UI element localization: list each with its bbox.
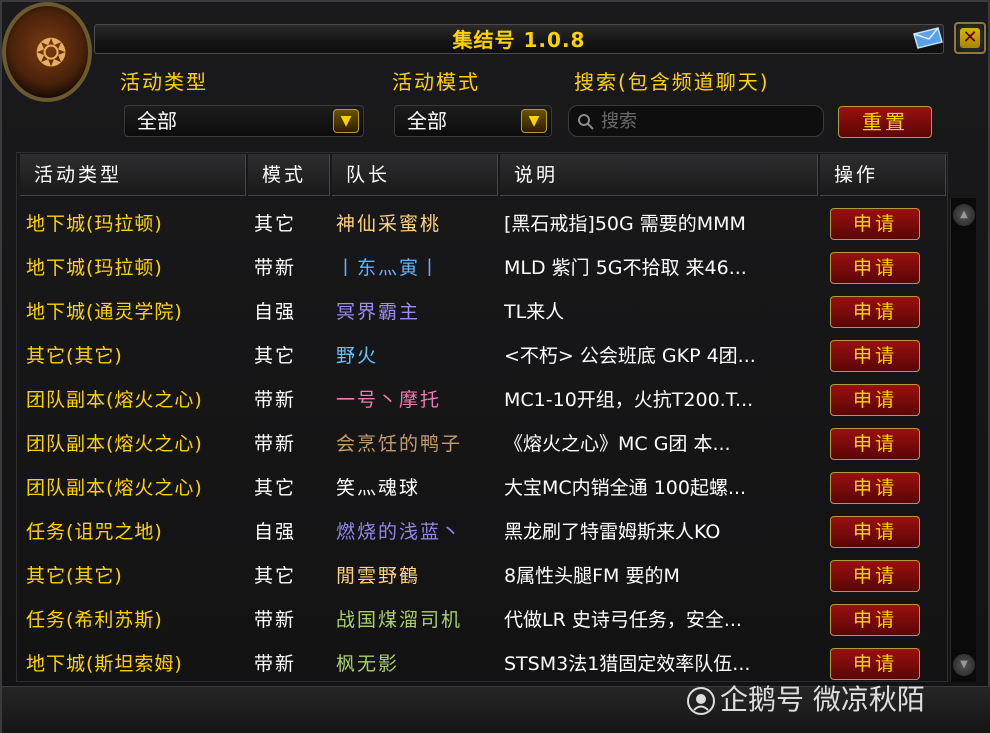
- search-icon: [578, 114, 594, 130]
- chevron-down-icon[interactable]: ▼: [521, 109, 547, 133]
- table-row[interactable]: 其它(其它) 其它 閒雲野鶴 8属性头腿FM 要的M 申请: [18, 554, 946, 598]
- activity-type-cell: 其它(其它): [26, 345, 123, 367]
- scroll-up-icon[interactable]: ▲: [953, 204, 975, 226]
- leader-name-cell: 冥界霸主: [336, 301, 421, 323]
- scrollbar[interactable]: ▲ ▼: [950, 198, 976, 682]
- activity-type-cell: 地下城(玛拉顿): [26, 213, 163, 235]
- description-cell: 8属性头腿FM 要的M: [504, 565, 680, 587]
- leader-name-cell: 閒雲野鶴: [336, 565, 421, 587]
- apply-button[interactable]: 申请: [830, 340, 920, 372]
- window-title: 集结号 1.0.8: [452, 28, 586, 52]
- dragon-glyph: ❂: [35, 31, 67, 75]
- leader-name-cell: 笑灬魂球: [336, 477, 421, 499]
- leader-name-cell: 一号丶摩托: [336, 389, 442, 411]
- activity-mode-cell: 自强: [254, 521, 297, 543]
- leader-name-cell: 枫无影: [336, 653, 400, 675]
- activity-type-cell: 团队副本(熔火之心): [26, 477, 203, 499]
- watermark-text: 企鹅号 微凉秋陌: [720, 683, 925, 716]
- apply-button[interactable]: 申请: [830, 428, 920, 460]
- column-header-leader[interactable]: 队长: [332, 154, 498, 196]
- apply-button[interactable]: 申请: [830, 252, 920, 284]
- activity-mode-cell: 其它: [254, 565, 297, 587]
- column-header-desc[interactable]: 说明: [500, 154, 818, 196]
- activity-type-cell: 任务(诅咒之地): [26, 521, 163, 543]
- description-cell: TL来人: [504, 301, 565, 323]
- activity-type-cell: 任务(希利苏斯): [26, 609, 163, 631]
- activity-mode-cell: 其它: [254, 213, 297, 235]
- title-bar[interactable]: 集结号 1.0.8: [94, 24, 944, 54]
- apply-button[interactable]: 申请: [830, 384, 920, 416]
- activity-mode-value: 全部: [407, 109, 447, 133]
- activity-mode-cell: 其它: [254, 345, 297, 367]
- reset-button[interactable]: 重置: [838, 106, 932, 138]
- apply-button[interactable]: 申请: [830, 472, 920, 504]
- leader-name-cell: 丨东灬寅丨: [336, 257, 442, 279]
- description-cell: [黑石戒指]50G 需要的MMM: [504, 213, 746, 235]
- table-row[interactable]: 地下城(玛拉顿) 其它 神仙采蜜桃 [黑石戒指]50G 需要的MMM 申请: [18, 202, 946, 246]
- table-row[interactable]: 团队副本(熔火之心) 带新 一号丶摩托 MC1-10开组，火抗T200.T... 申请: [18, 378, 946, 422]
- table-row[interactable]: 任务(诅咒之地) 自强 燃烧的浅蓝丶 黑龙刷了特雷姆斯来人KO 申请: [18, 510, 946, 554]
- activity-mode-cell: 带新: [254, 609, 297, 631]
- table-row[interactable]: 其它(其它) 其它 野火 <不朽> 公会班底 GKP 4团... 申请: [18, 334, 946, 378]
- column-header-type[interactable]: 活动类型: [20, 154, 246, 196]
- search-box[interactable]: [568, 105, 824, 137]
- description-cell: 代做LR 史诗弓任务，安全...: [504, 609, 742, 631]
- apply-button[interactable]: 申请: [830, 516, 920, 548]
- penguin-logo-icon: [687, 687, 715, 715]
- description-cell: MC1-10开组，火抗T200.T...: [504, 389, 754, 411]
- table-row[interactable]: 地下城(通灵学院) 自强 冥界霸主 TL来人 申请: [18, 290, 946, 334]
- watermark: 企鹅号 微凉秋陌: [686, 680, 925, 720]
- activity-type-cell: 地下城(玛拉顿): [26, 257, 163, 279]
- apply-button[interactable]: 申请: [830, 648, 920, 680]
- activity-type-cell: 地下城(斯坦索姆): [26, 653, 183, 675]
- activity-mode-cell: 带新: [254, 433, 297, 455]
- description-cell: <不朽> 公会班底 GKP 4团...: [504, 345, 756, 367]
- activity-mode-dropdown[interactable]: 全部 ▼: [394, 105, 552, 137]
- table-row[interactable]: 地下城(玛拉顿) 带新 丨东灬寅丨 MLD 紫门 5G不拾取 来46... 申请: [18, 246, 946, 290]
- description-cell: 黑龙刷了特雷姆斯来人KO: [504, 521, 721, 543]
- column-header-action: 操作: [820, 154, 946, 196]
- leader-name-cell: 燃烧的浅蓝丶: [336, 521, 463, 543]
- activity-type-label: 活动类型: [120, 70, 208, 94]
- column-header-mode[interactable]: 模式: [248, 154, 330, 196]
- activity-type-cell: 地下城(通灵学院): [26, 301, 183, 323]
- search-label: 搜索(包含频道聊天): [574, 70, 770, 94]
- close-button[interactable]: ✕: [954, 22, 986, 54]
- activity-mode-cell: 自强: [254, 301, 297, 323]
- activity-type-dropdown[interactable]: 全部 ▼: [124, 105, 364, 137]
- search-input[interactable]: [601, 108, 816, 134]
- apply-button[interactable]: 申请: [830, 208, 920, 240]
- activity-mode-label: 活动模式: [392, 70, 480, 94]
- description-cell: MLD 紫门 5G不拾取 来46...: [504, 257, 747, 279]
- table-row[interactable]: 团队副本(熔火之心) 带新 会烹饪的鸭子 《熔火之心》MC G团 本... 申请: [18, 422, 946, 466]
- leader-name-cell: 野火: [336, 345, 379, 367]
- activity-type-cell: 团队副本(熔火之心): [26, 433, 203, 455]
- chevron-down-icon[interactable]: ▼: [333, 109, 359, 133]
- activity-mode-cell: 带新: [254, 389, 297, 411]
- close-icon: ✕: [960, 28, 980, 48]
- activity-type-cell: 其它(其它): [26, 565, 123, 587]
- activity-mode-cell: 带新: [254, 653, 297, 675]
- group-finder-window: ❂ 集结号 1.0.8 ✕ 活动类型 活动模式 搜索(包含频道聊天) 全部 ▼ …: [0, 0, 990, 733]
- activity-mode-cell: 其它: [254, 477, 297, 499]
- scroll-down-icon[interactable]: ▼: [953, 654, 975, 676]
- activity-type-cell: 团队副本(熔火之心): [26, 389, 203, 411]
- table-row[interactable]: 团队副本(熔火之心) 其它 笑灬魂球 大宝MC内销全通 100起螺... 申请: [18, 466, 946, 510]
- description-cell: 大宝MC内销全通 100起螺...: [504, 477, 747, 499]
- apply-button[interactable]: 申请: [830, 560, 920, 592]
- dragon-portrait-icon: ❂: [2, 2, 92, 102]
- leader-name-cell: 会烹饪的鸭子: [336, 433, 463, 455]
- leader-name-cell: 神仙采蜜桃: [336, 213, 442, 235]
- activity-mode-cell: 带新: [254, 257, 297, 279]
- activity-type-value: 全部: [137, 109, 177, 133]
- apply-button[interactable]: 申请: [830, 296, 920, 328]
- mail-icon[interactable]: [912, 26, 944, 50]
- apply-button[interactable]: 申请: [830, 604, 920, 636]
- table-row[interactable]: 任务(希利苏斯) 带新 战国煤溜司机 代做LR 史诗弓任务，安全... 申请: [18, 598, 946, 642]
- description-cell: 《熔火之心》MC G团 本...: [504, 433, 731, 455]
- leader-name-cell: 战国煤溜司机: [336, 609, 463, 631]
